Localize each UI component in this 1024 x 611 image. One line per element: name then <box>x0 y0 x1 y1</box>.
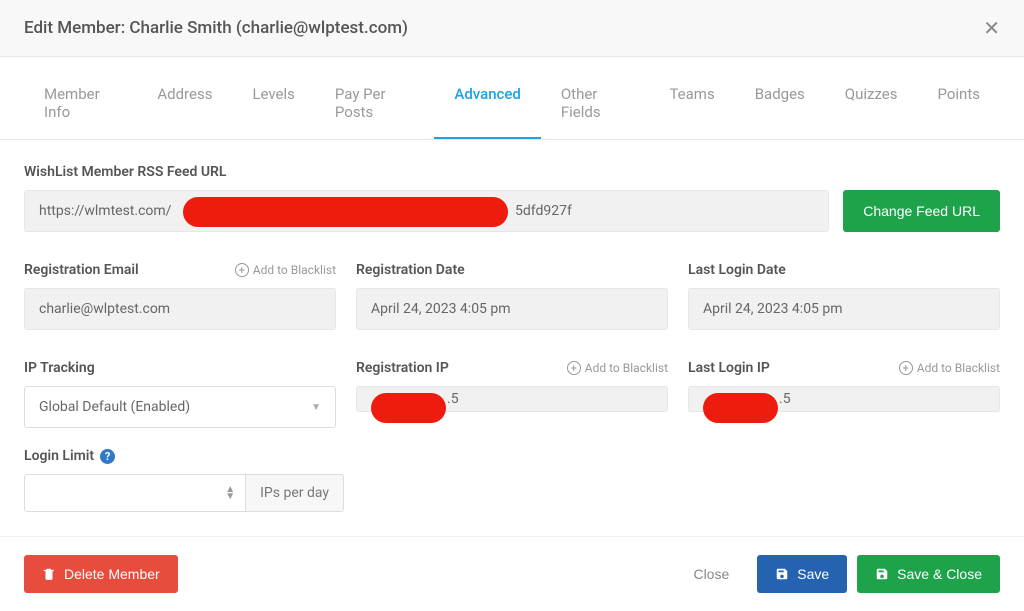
reg-date-label: Registration Date <box>356 262 668 278</box>
reg-email-label: Registration Email <box>24 262 139 278</box>
help-icon[interactable]: ? <box>100 449 115 464</box>
last-login-ip-value-box: .5 <box>688 386 1000 412</box>
add-blacklist-label: Add to Blacklist <box>917 361 1000 375</box>
last-login-date-field: Last Login Date April 24, 2023 4:05 pm <box>688 262 1000 330</box>
login-limit-input[interactable]: ▲▼ <box>24 474 246 512</box>
footer-actions: Close Save Save & Close <box>675 555 1000 593</box>
add-blacklist-label: Add to Blacklist <box>585 361 668 375</box>
reg-ip-suffix: .5 <box>447 391 459 407</box>
login-limit-label: Login Limit <box>24 448 94 464</box>
redaction-bar <box>183 197 508 227</box>
last-login-ip-field: Last Login IP + Add to Blacklist .5 <box>688 360 1000 428</box>
tab-badges[interactable]: Badges <box>735 69 825 139</box>
tabs-bar: Member Info Address Levels Pay Per Posts… <box>0 69 1024 140</box>
rss-label: WishList Member RSS Feed URL <box>24 164 1000 180</box>
number-stepper-icon[interactable]: ▲▼ <box>225 486 235 500</box>
rss-url-suffix: 5dfd927f <box>515 203 572 219</box>
chevron-down-icon: ▼ <box>311 402 321 413</box>
last-login-date-value: April 24, 2023 4:05 pm <box>688 288 1000 330</box>
tab-teams[interactable]: Teams <box>649 69 734 139</box>
modal-title: Edit Member: Charlie Smith (charlie@wlpt… <box>24 18 408 38</box>
last-login-ip-label: Last Login IP <box>688 360 770 376</box>
modal-footer: Delete Member Close Save Save & Close <box>0 536 1024 611</box>
delete-member-label: Delete Member <box>64 566 160 582</box>
reg-date-field: Registration Date April 24, 2023 4:05 pm <box>356 262 668 330</box>
tab-address[interactable]: Address <box>137 69 232 139</box>
tab-points[interactable]: Points <box>917 69 1000 139</box>
save-close-button[interactable]: Save & Close <box>857 555 1000 593</box>
save-close-label: Save & Close <box>897 566 982 582</box>
plus-icon: + <box>899 361 913 375</box>
login-limit-unit: IPs per day <box>246 474 344 512</box>
tab-quizzes[interactable]: Quizzes <box>825 69 918 139</box>
save-icon <box>775 567 789 581</box>
save-label: Save <box>797 566 829 582</box>
rss-row: https://wlmtest.com/ 5dfd927f Change Fee… <box>24 190 1000 232</box>
add-blacklist-email[interactable]: + Add to Blacklist <box>235 263 336 277</box>
tab-other-fields[interactable]: Other Fields <box>541 69 650 139</box>
add-blacklist-reg-ip[interactable]: + Add to Blacklist <box>567 361 668 375</box>
delete-member-button[interactable]: Delete Member <box>24 555 178 593</box>
reg-ip-value-box: .5 <box>356 386 668 412</box>
ip-tracking-field: IP Tracking Global Default (Enabled) ▼ <box>24 360 336 428</box>
add-blacklist-label: Add to Blacklist <box>253 263 336 277</box>
reg-email-value: charlie@wlptest.com <box>24 288 336 330</box>
modal-content: WishList Member RSS Feed URL https://wlm… <box>0 140 1024 536</box>
reg-ip-field: Registration IP + Add to Blacklist .5 <box>356 360 668 428</box>
close-icon[interactable]: ✕ <box>983 18 1000 38</box>
close-button[interactable]: Close <box>675 555 747 593</box>
tab-levels[interactable]: Levels <box>232 69 314 139</box>
trash-icon <box>42 567 56 581</box>
rss-url-input[interactable]: https://wlmtest.com/ 5dfd927f <box>24 190 829 232</box>
plus-icon: + <box>567 361 581 375</box>
last-login-date-label: Last Login Date <box>688 262 1000 278</box>
modal-header: Edit Member: Charlie Smith (charlie@wlpt… <box>0 0 1024 57</box>
redaction-bar <box>703 393 778 423</box>
tab-pay-per-posts[interactable]: Pay Per Posts <box>315 69 434 139</box>
ip-tracking-label: IP Tracking <box>24 360 336 376</box>
save-icon <box>875 567 889 581</box>
last-login-ip-suffix: .5 <box>779 391 791 407</box>
login-limit-input-group: ▲▼ IPs per day <box>24 474 344 512</box>
reg-date-value: April 24, 2023 4:05 pm <box>356 288 668 330</box>
rss-url-prefix: https://wlmtest.com/ <box>39 203 171 219</box>
fields-grid: Registration Email + Add to Blacklist ch… <box>24 262 1000 428</box>
reg-ip-label: Registration IP <box>356 360 449 376</box>
edit-member-modal: Edit Member: Charlie Smith (charlie@wlpt… <box>0 0 1024 606</box>
redaction-bar <box>371 393 446 423</box>
tab-advanced[interactable]: Advanced <box>434 69 540 139</box>
add-blacklist-login-ip[interactable]: + Add to Blacklist <box>899 361 1000 375</box>
plus-icon: + <box>235 263 249 277</box>
login-limit-field: Login Limit ? ▲▼ IPs per day <box>24 448 1000 512</box>
ip-tracking-value: Global Default (Enabled) <box>39 399 190 415</box>
save-button[interactable]: Save <box>757 555 847 593</box>
change-feed-url-button[interactable]: Change Feed URL <box>843 190 1000 232</box>
ip-tracking-select[interactable]: Global Default (Enabled) ▼ <box>24 386 336 428</box>
tab-member-info[interactable]: Member Info <box>24 69 137 139</box>
reg-email-field: Registration Email + Add to Blacklist ch… <box>24 262 336 330</box>
